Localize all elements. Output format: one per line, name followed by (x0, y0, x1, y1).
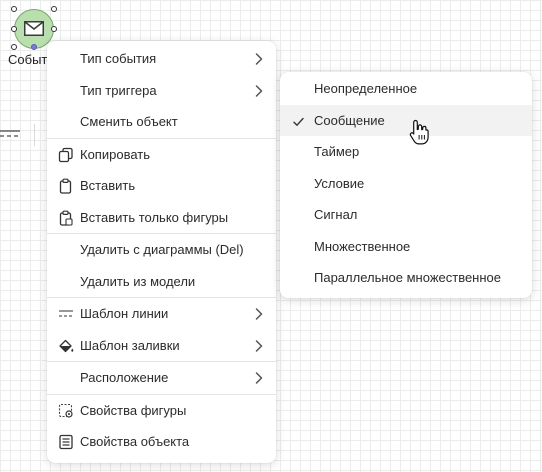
menu-item[interactable]: Удалить из модели (47, 266, 276, 298)
floating-toolbar (0, 121, 46, 149)
menu-item-label: Шаблон линии (80, 306, 169, 322)
chevron-right-icon (255, 84, 263, 97)
line-template-icon (58, 306, 74, 322)
submenu-item[interactable]: Параллельное множественное (280, 262, 532, 294)
menu-item-label: Шаблон заливки (80, 337, 180, 353)
resize-handle[interactable] (51, 26, 57, 32)
submenu-item-label: Сообщение (314, 112, 385, 128)
menu-item-label: Вставить только фигуры (80, 209, 229, 225)
chevron-right-icon (255, 372, 263, 384)
menu-item-label: Тип события (80, 51, 157, 67)
toolbar-divider (34, 124, 35, 146)
menu-item-label: Удалить из модели (80, 273, 196, 289)
menu-item[interactable]: Копировать (47, 139, 276, 171)
connection-handle[interactable] (31, 44, 37, 50)
menu-item-label: Тип триггера (80, 82, 157, 98)
resize-handle[interactable] (11, 44, 17, 50)
paste-shapes-icon (58, 210, 74, 226)
menu-item[interactable]: Шаблон заливки (47, 330, 276, 362)
menu-item[interactable]: Свойства фигуры (47, 395, 276, 427)
shape-properties-icon (58, 403, 74, 419)
menu-item[interactable]: Свойства объекта (47, 426, 276, 458)
trigger-type-submenu: Неопределенное Сообщение Таймер Условие Сигн… (280, 72, 532, 298)
chevron-right-icon (255, 53, 263, 65)
menu-item[interactable]: Удалить с диаграммы (Del) (47, 234, 276, 266)
submenu-item-label: Неопределенное (314, 81, 418, 97)
submenu-item[interactable]: Множественное (280, 231, 532, 263)
resize-handle[interactable] (51, 6, 57, 12)
chevron-right-icon (255, 339, 263, 352)
submenu-item[interactable]: Сигнал (280, 199, 532, 231)
submenu-item[interactable]: Условие (280, 168, 532, 200)
menu-item[interactable]: Вставить только фигуры (47, 202, 276, 234)
chevron-right-icon (255, 308, 263, 320)
resize-handle[interactable] (11, 6, 17, 12)
submenu-item-label: Таймер (314, 144, 360, 160)
submenu-item-label: Множественное (314, 238, 411, 254)
fill-bucket-icon (58, 338, 74, 354)
menu-item[interactable]: Шаблон линии (47, 298, 276, 330)
paste-icon (58, 178, 74, 194)
menu-item[interactable]: Тип триггера (47, 75, 276, 107)
line-style-icon[interactable] (0, 129, 22, 139)
menu-item-label: Расположение (80, 370, 169, 386)
hand-cursor-icon (409, 119, 429, 145)
resize-handle[interactable] (11, 26, 17, 32)
submenu-item[interactable]: Таймер (280, 136, 532, 168)
menu-item-label: Удалить с диаграммы (Del) (80, 242, 244, 258)
menu-item[interactable]: Тип события (47, 43, 276, 75)
menu-item-label: Свойства фигуры (80, 402, 187, 418)
menu-item-label: Копировать (80, 146, 150, 162)
submenu-item-label: Параллельное множественное (314, 270, 502, 286)
menu-item-label: Вставить (80, 178, 136, 194)
submenu-item[interactable]: Неопределенное (280, 73, 532, 105)
menu-item-label: Свойства объекта (80, 434, 190, 450)
submenu-item-label: Условие (314, 175, 365, 191)
envelope-icon (24, 21, 44, 36)
menu-item[interactable]: Вставить (47, 170, 276, 202)
menu-item-label: Сменить объект (80, 114, 178, 130)
menu-item[interactable]: Расположение (47, 362, 276, 394)
event-label: Событие (8, 52, 48, 67)
submenu-item[interactable]: Сообщение (280, 104, 532, 136)
submenu-item-label: Сигнал (314, 207, 358, 223)
menu-item[interactable]: Сменить объект (47, 106, 276, 138)
context-menu: Тип события Тип триггера Сменить объект Коп… (47, 41, 276, 463)
copy-icon (58, 147, 74, 163)
checkmark-icon (293, 115, 304, 126)
object-properties-icon (58, 434, 74, 450)
